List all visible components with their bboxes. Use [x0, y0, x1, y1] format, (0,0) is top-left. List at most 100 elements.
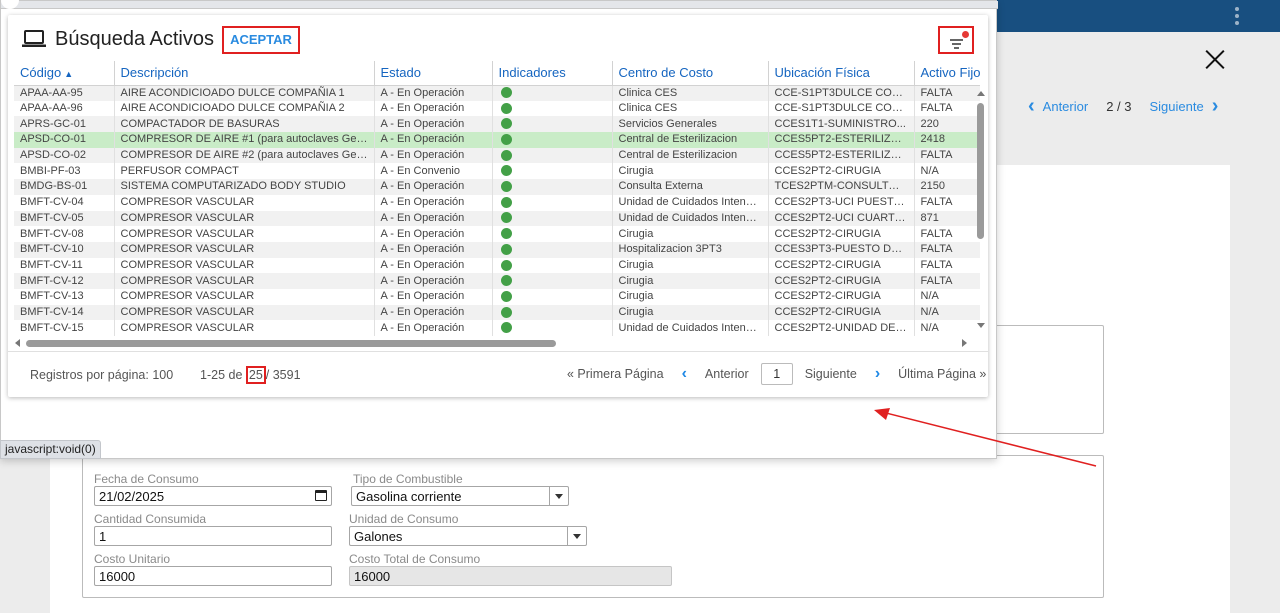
- cell-descripcion: COMPACTADOR DE BASURAS: [114, 116, 375, 133]
- table-row[interactable]: BMFT-CV-05 COMPRESOR VASCULAR A - En Opera…: [14, 210, 980, 227]
- tipo-select[interactable]: Gasolina corriente: [351, 486, 569, 506]
- rpp-value[interactable]: 100: [152, 368, 173, 382]
- first-page-link[interactable]: « Primera Página: [567, 367, 664, 381]
- cell-indicador: [492, 194, 613, 211]
- filter-button[interactable]: [938, 26, 974, 54]
- accept-button[interactable]: ACEPTAR: [222, 26, 300, 54]
- table-row[interactable]: BMFT-CV-14 COMPRESOR VASCULAR A - En Opera…: [14, 304, 980, 321]
- cell-codigo: BMFT-CV-04: [14, 194, 115, 211]
- cell-codigo: BMFT-CV-05: [14, 210, 115, 227]
- next-record-link[interactable]: Siguiente: [1150, 99, 1204, 114]
- laptop-icon: [22, 30, 46, 47]
- table-row[interactable]: BMFT-CV-12 COMPRESOR VASCULAR A - En Opera…: [14, 273, 980, 289]
- cell-descripcion: COMPRESOR DE AIRE #2 (para autoclaves Ge…: [114, 147, 375, 164]
- horizontal-scroll-thumb[interactable]: [26, 340, 556, 347]
- table-row[interactable]: BMDG-BS-01 SISTEMA COMPUTARIZADO BODY STU…: [14, 179, 980, 195]
- unidad-select[interactable]: Galones: [349, 526, 587, 546]
- status-indicator-icon: [500, 212, 512, 224]
- cell-codigo: BMFT-CV-13: [14, 288, 115, 305]
- prev-page-link[interactable]: Anterior: [705, 367, 749, 381]
- fecha-value: 21/02/2025: [99, 489, 165, 504]
- status-indicator-icon: [500, 306, 512, 318]
- cell-ubicacion: CCES2PT2-CIRUGIA: [768, 273, 915, 289]
- column-header-estado[interactable]: Estado: [374, 61, 493, 86]
- chevron-right-icon[interactable]: ›: [1212, 96, 1219, 116]
- cell-indicador: [492, 210, 613, 227]
- sort-ascending-icon: ▲: [64, 69, 74, 80]
- scroll-left-icon[interactable]: [15, 339, 20, 347]
- cell-indicador: [492, 320, 613, 336]
- next-page-link[interactable]: Siguiente: [805, 367, 857, 381]
- cell-estado: A - En Operación: [374, 304, 493, 321]
- table-row[interactable]: BMFT-CV-04 COMPRESOR VASCULAR A - En Opera…: [14, 194, 980, 211]
- status-indicator-icon: [500, 290, 512, 302]
- column-header-activo[interactable]: Activo Fijo: [914, 61, 980, 86]
- cell-centro: Cirugia: [612, 288, 769, 305]
- cell-centro: Cirugia: [612, 304, 769, 321]
- cell-descripcion: COMPRESOR VASCULAR: [114, 273, 375, 289]
- table-row[interactable]: BMBI-PF-03 PERFUSOR COMPACT A - En Conveni…: [14, 163, 980, 180]
- chevron-right-icon[interactable]: ›: [875, 365, 880, 383]
- chevron-left-icon[interactable]: ‹: [682, 365, 687, 383]
- chevron-left-icon[interactable]: ‹: [1028, 96, 1035, 116]
- cell-descripcion: COMPRESOR VASCULAR: [114, 194, 375, 211]
- calendar-icon[interactable]: [315, 490, 327, 501]
- column-header-centro[interactable]: Centro de Costo: [612, 61, 769, 86]
- cell-codigo: APAA-AA-95: [14, 85, 115, 101]
- cell-descripcion: SISTEMA COMPUTARIZADO BODY STUDIO: [114, 179, 375, 195]
- table-row[interactable]: APSD-CO-02 COMPRESOR DE AIRE #2 (para aut…: [14, 147, 980, 164]
- cell-ubicacion: CCES5PT2-ESTERILIZACI...: [768, 147, 915, 164]
- table-row[interactable]: BMFT-CV-13 COMPRESOR VASCULAR A - En Opera…: [14, 288, 980, 305]
- table-row[interactable]: BMFT-CV-15 COMPRESOR VASCULAR A - En Opera…: [14, 320, 980, 336]
- cell-codigo: APSD-CO-02: [14, 147, 115, 164]
- cantidad-input[interactable]: 1: [94, 526, 332, 546]
- cell-descripcion: PERFUSOR COMPACT: [114, 163, 375, 180]
- more-options-icon[interactable]: [1234, 7, 1240, 25]
- table-row[interactable]: BMFT-CV-11 COMPRESOR VASCULAR A - En Opera…: [14, 257, 980, 274]
- scroll-up-icon[interactable]: [977, 91, 985, 96]
- dropdown-arrow-icon[interactable]: [567, 527, 586, 545]
- horizontal-scrollbar[interactable]: [14, 337, 974, 351]
- page-number-input[interactable]: 1: [760, 363, 793, 385]
- costo-input[interactable]: 16000: [94, 566, 332, 586]
- cell-centro: Unidad de Cuidados Intensivos: [612, 210, 769, 227]
- cell-activo: FALTA: [914, 85, 980, 101]
- table-row[interactable]: APAA-AA-95 AIRE ACONDICIOADO DULCE COMPAÑ…: [14, 85, 980, 101]
- column-header-codigo[interactable]: Código ▲: [14, 61, 115, 86]
- cell-ubicacion: CCES2PT3-UCI PUESTO ...: [768, 194, 915, 211]
- fecha-input[interactable]: 21/02/2025: [94, 486, 332, 506]
- cell-descripcion: COMPRESOR VASCULAR: [114, 226, 375, 242]
- column-header-ubicacion[interactable]: Ubicación Física: [768, 61, 915, 86]
- cell-descripcion: COMPRESOR VASCULAR: [114, 320, 375, 336]
- cell-codigo: APSD-CO-01: [14, 132, 115, 148]
- cell-descripcion: COMPRESOR VASCULAR: [114, 257, 375, 274]
- table-row[interactable]: APAA-AA-96 AIRE ACONDICIOADO DULCE COMPAÑ…: [14, 100, 980, 117]
- cell-activo: 871: [914, 210, 980, 227]
- table-row[interactable]: BMFT-CV-10 COMPRESOR VASCULAR A - En Opera…: [14, 241, 980, 258]
- scroll-right-icon[interactable]: [962, 339, 967, 347]
- cell-codigo: BMFT-CV-10: [14, 241, 115, 258]
- cell-ubicacion: CCES2PT2-UNIDAD DE C...: [768, 320, 915, 336]
- vertical-scrollbar[interactable]: [974, 85, 988, 337]
- prev-record-link[interactable]: Anterior: [1043, 99, 1089, 114]
- range-highlight: 25: [245, 366, 266, 384]
- cell-estado: A - En Operación: [374, 100, 493, 117]
- cell-codigo: BMFT-CV-08: [14, 226, 115, 242]
- table-row[interactable]: BMFT-CV-08 COMPRESOR VASCULAR A - En Opera…: [14, 226, 980, 242]
- column-header-descripcion[interactable]: Descripción: [114, 61, 375, 86]
- cell-ubicacion: CCES2PT2-CIRUGIA: [768, 226, 915, 242]
- scroll-down-icon[interactable]: [977, 323, 985, 328]
- dropdown-arrow-icon[interactable]: [549, 487, 568, 505]
- cell-codigo: BMBI-PF-03: [14, 163, 115, 180]
- cell-codigo: BMFT-CV-14: [14, 304, 115, 321]
- status-indicator-icon: [500, 87, 512, 99]
- last-page-link[interactable]: Última Página »: [898, 367, 986, 381]
- table-row[interactable]: APRS-GC-01 COMPACTADOR DE BASURAS A - En O…: [14, 116, 980, 133]
- cell-ubicacion: CCES2PT2-CIRUGIA: [768, 288, 915, 305]
- close-icon[interactable]: [1203, 48, 1227, 72]
- vertical-scroll-thumb[interactable]: [977, 103, 984, 239]
- status-indicator-icon: [500, 165, 512, 177]
- table-row[interactable]: APSD-CO-01 COMPRESOR DE AIRE #1 (para aut…: [14, 132, 980, 148]
- column-header-indicadores[interactable]: Indicadores: [492, 61, 613, 86]
- cell-indicador: [492, 85, 613, 101]
